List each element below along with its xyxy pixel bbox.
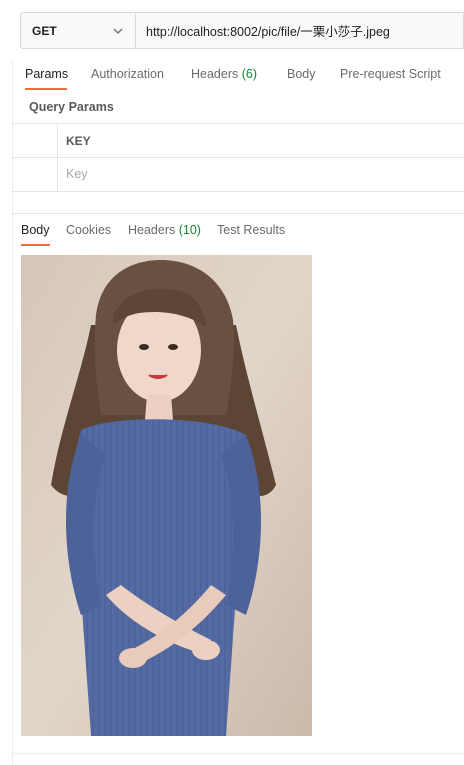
url-input[interactable]: http://localhost:8002/pic/file/一栗小莎子.jpe… [136, 12, 464, 49]
response-image [21, 255, 312, 736]
response-tab-test-results[interactable]: Test Results [217, 223, 285, 237]
params-header-row: KEY [12, 124, 464, 157]
tab-authorization[interactable]: Authorization [91, 67, 164, 81]
method-select[interactable]: GET [20, 12, 136, 49]
tab-params-underline [25, 88, 67, 90]
bottom-divider [12, 753, 464, 754]
chevron-down-icon [113, 28, 123, 34]
query-params-title: Query Params [29, 100, 114, 114]
request-bar: GET http://localhost:8002/pic/file/一栗小莎子… [20, 12, 464, 51]
params-table: KEY Key [12, 123, 464, 192]
response-tab-headers-count: (10) [178, 223, 201, 237]
tab-headers-label: Headers [191, 67, 239, 81]
tab-pre-request-script[interactable]: Pre-request Script [340, 67, 441, 81]
response-tab-headers[interactable]: Headers (10) [128, 223, 201, 237]
response-tab-cookies[interactable]: Cookies [66, 223, 111, 237]
response-tabs: Body Cookies Headers (10) Test Results [0, 214, 464, 248]
tab-params[interactable]: Params [25, 67, 68, 81]
params-row: Key [12, 157, 464, 191]
column-divider [57, 124, 58, 191]
request-tabs: Params Authorization Headers (6) Body Pr… [12, 60, 464, 90]
tab-body[interactable]: Body [287, 67, 316, 81]
response-tab-headers-label: Headers [128, 223, 176, 237]
tab-headers[interactable]: Headers (6) [191, 67, 257, 81]
portrait-photo [21, 255, 312, 736]
response-tab-body-underline [21, 244, 50, 246]
key-column-header: KEY [66, 134, 91, 148]
key-input[interactable]: Key [66, 167, 88, 181]
response-tab-body[interactable]: Body [21, 223, 50, 237]
method-label: GET [32, 23, 57, 38]
tab-headers-count: (6) [241, 67, 258, 81]
